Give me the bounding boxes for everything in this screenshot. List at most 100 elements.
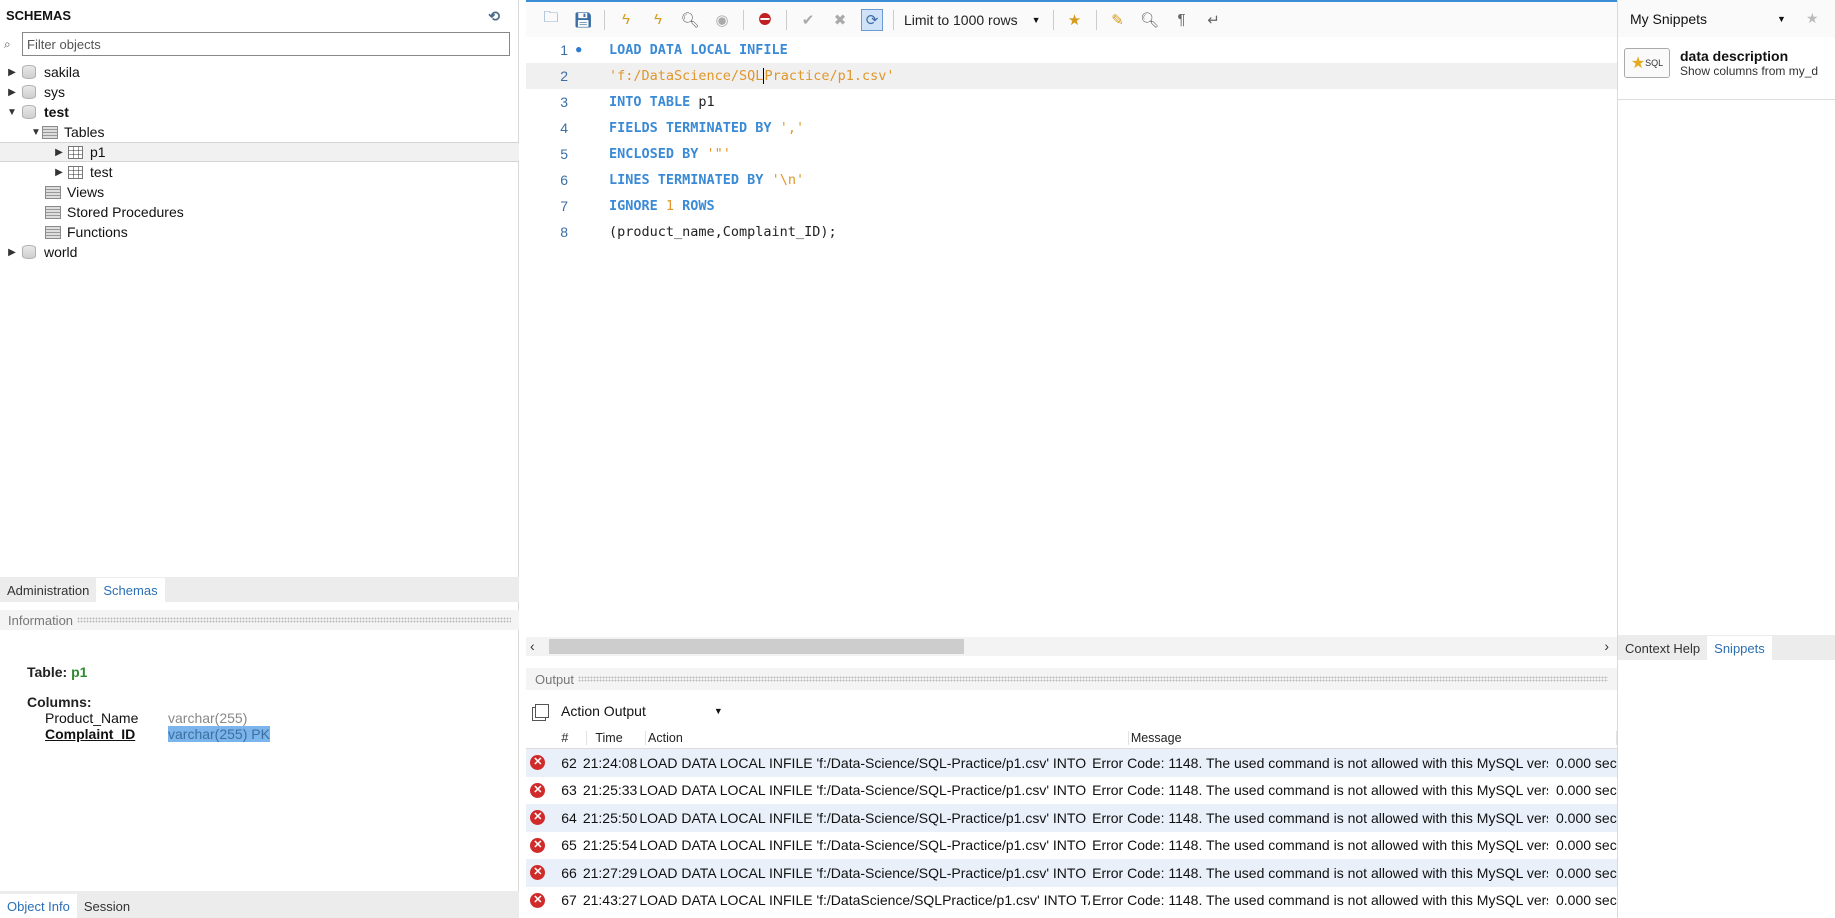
- scroll-thumb[interactable]: [549, 639, 964, 654]
- header-action[interactable]: Action: [646, 730, 1129, 745]
- table-row[interactable]: ✕ 63 21:25:33 LOAD DATA LOCAL INFILE 'f:/Da…: [526, 777, 1617, 805]
- expand-arrow-icon[interactable]: ▶: [53, 147, 65, 158]
- find-icon[interactable]: 🔍︎: [1139, 9, 1161, 31]
- folder-icon: [45, 205, 61, 219]
- tree-item-tables[interactable]: ▼ Tables: [0, 122, 519, 142]
- output-title: Output: [535, 671, 575, 687]
- table-icon: [68, 165, 83, 179]
- add-snippet-icon[interactable]: ★: [1064, 9, 1086, 31]
- editor-line[interactable]: 7 IGNORE 1 ROWS: [526, 193, 1617, 219]
- tree-item-sakila[interactable]: ▶ sakila: [0, 62, 519, 82]
- database-icon: [22, 245, 36, 259]
- table-row[interactable]: ✕ 67 21:43:27 LOAD DATA LOCAL INFILE 'f:/Da…: [526, 887, 1617, 915]
- filter-objects-input[interactable]: [22, 32, 510, 56]
- editor-line[interactable]: 6 LINES TERMINATED BY '\n': [526, 167, 1617, 193]
- code-text: (product_name,Complaint_ID);: [609, 224, 837, 240]
- line-number: 6: [560, 172, 568, 188]
- tab-context-help[interactable]: Context Help: [1618, 636, 1707, 660]
- editor-line[interactable]: 8 (product_name,Complaint_ID);: [526, 219, 1617, 245]
- invisible-chars-icon[interactable]: ¶: [1171, 9, 1193, 31]
- rollback-icon[interactable]: ✖: [829, 9, 851, 31]
- code-token: '"': [706, 146, 731, 162]
- beautify-icon[interactable]: ✎: [1107, 9, 1129, 31]
- tab-object-info[interactable]: Object Info: [0, 894, 77, 918]
- editor-line[interactable]: 2 'f:/DataScience/SQLPractice/p1.csv': [526, 63, 1617, 89]
- save-icon[interactable]: 💾︎: [572, 9, 594, 31]
- status-cell: ✕: [526, 837, 550, 853]
- header-num[interactable]: #: [551, 730, 588, 745]
- line-number: 4: [560, 120, 568, 136]
- chevron-down-icon[interactable]: ▼: [1777, 14, 1786, 24]
- expand-arrow-icon[interactable]: ▶: [6, 247, 18, 258]
- scroll-right-icon[interactable]: ›: [1604, 638, 1609, 654]
- editor-lines: 1 ● LOAD DATA LOCAL INFILE 2 'f:/DataScience…: [526, 37, 1617, 245]
- cell-duration: 0.000 sec: [1555, 754, 1617, 771]
- tree-item-sys[interactable]: ▶ sys: [0, 82, 519, 102]
- tab-schemas[interactable]: Schemas: [96, 578, 165, 602]
- limit-rows-select[interactable]: Limit to 1000 rows: [904, 12, 1018, 28]
- toggle-error-stop-icon[interactable]: ⛔︎: [754, 9, 776, 31]
- header-message[interactable]: Message: [1129, 730, 1617, 745]
- output-type-select[interactable]: Action Output ▼: [535, 700, 723, 722]
- table-row[interactable]: ✕ 66 21:27:29 LOAD DATA LOCAL INFILE 'f:/Da…: [526, 859, 1617, 887]
- action-output-table: # Time Action Message ✕ 62 21:24:08 LOAD DA…: [526, 727, 1617, 914]
- tab-administration[interactable]: Administration: [0, 578, 96, 602]
- replace-snippet-icon[interactable]: ★: [1806, 10, 1819, 27]
- editor-line[interactable]: 1 ● LOAD DATA LOCAL INFILE: [526, 37, 1617, 63]
- status-cell: ✕: [526, 810, 550, 826]
- editor-line[interactable]: 4 FIELDS TERMINATED BY ',': [526, 115, 1617, 141]
- expand-arrow-icon[interactable]: ▶: [6, 67, 18, 78]
- commit-icon[interactable]: ✔: [797, 9, 819, 31]
- code-text: FIELDS TERMINATED BY ',': [609, 120, 804, 136]
- tree-label: sakila: [44, 64, 80, 80]
- tree-label: sys: [44, 84, 65, 100]
- execute-current-icon[interactable]: ϟ: [647, 9, 669, 31]
- explain-icon[interactable]: 🔍︎: [679, 9, 701, 31]
- table-icon: [68, 145, 83, 159]
- snippets-category-select[interactable]: My Snippets: [1630, 11, 1707, 27]
- tree-item-test-table[interactable]: ▶ test: [0, 162, 519, 182]
- copy-icon[interactable]: [535, 704, 549, 718]
- tree-item-stored-procedures[interactable]: Stored Procedures: [0, 202, 519, 222]
- stop-icon[interactable]: ◉: [711, 9, 733, 31]
- chevron-down-icon[interactable]: ▼: [714, 706, 723, 716]
- snippets-panel: My Snippets ▼ ★ ★ SQL data description Sh…: [1617, 0, 1835, 918]
- expand-arrow-icon[interactable]: ▶: [6, 87, 18, 98]
- tree-label: test: [90, 164, 113, 180]
- folder-icon: [45, 185, 61, 199]
- collapse-arrow-icon[interactable]: ▼: [30, 127, 42, 138]
- horizontal-scrollbar[interactable]: ‹ ›: [526, 637, 1617, 656]
- cell-duration: 0.000 sec: [1555, 809, 1617, 826]
- sql-editor[interactable]: 1 ● LOAD DATA LOCAL INFILE 2 'f:/DataScience…: [526, 37, 1617, 637]
- refresh-icon[interactable]: ⟲: [488, 8, 500, 24]
- editor-line[interactable]: 3 INTO TABLE p1: [526, 89, 1617, 115]
- tree-item-functions[interactable]: Functions: [0, 222, 519, 242]
- tree-item-views[interactable]: Views: [0, 182, 519, 202]
- tab-snippets[interactable]: Snippets: [1707, 636, 1772, 660]
- cell-num: 66: [561, 864, 577, 881]
- code-token: 1: [665, 198, 675, 214]
- collapse-arrow-icon[interactable]: ▼: [6, 107, 18, 118]
- table-row[interactable]: ✕ 65 21:25:54 LOAD DATA LOCAL INFILE 'f:/Da…: [526, 832, 1617, 860]
- header-time[interactable]: Time: [587, 730, 647, 745]
- snippet-item[interactable]: ★ SQL data description Show columns from …: [1624, 48, 1818, 78]
- editor-line[interactable]: 5 ENCLOSED BY '"': [526, 141, 1617, 167]
- cell-duration: 0.000 sec: [1555, 864, 1617, 881]
- scroll-left-icon[interactable]: ‹: [530, 638, 535, 654]
- tree-item-p1[interactable]: ▶ p1: [0, 142, 519, 162]
- open-file-icon[interactable]: 🗀: [540, 9, 562, 31]
- table-row[interactable]: ✕ 62 21:24:08 LOAD DATA LOCAL INFILE 'f:/Da…: [526, 749, 1617, 777]
- tree-item-test[interactable]: ▼ test: [0, 102, 519, 122]
- chevron-down-icon[interactable]: ▼: [1032, 15, 1041, 25]
- cell-time: 21:27:29: [582, 864, 638, 881]
- tree-item-world[interactable]: ▶ world: [0, 242, 519, 262]
- word-wrap-icon[interactable]: ↵: [1203, 9, 1225, 31]
- expand-arrow-icon[interactable]: ▶: [53, 167, 65, 178]
- execute-icon[interactable]: ϟ: [615, 9, 637, 31]
- table-row[interactable]: ✕ 64 21:25:50 LOAD DATA LOCAL INFILE 'f:/Da…: [526, 804, 1617, 832]
- tab-session[interactable]: Session: [77, 894, 137, 918]
- cell-message: Error Code: 1148. The used command is no…: [1092, 837, 1548, 854]
- autocommit-toggle-icon[interactable]: ⟳: [861, 8, 883, 31]
- column-type: varchar(255): [168, 710, 248, 726]
- sql-snippet-icon: ★ SQL: [1624, 48, 1670, 78]
